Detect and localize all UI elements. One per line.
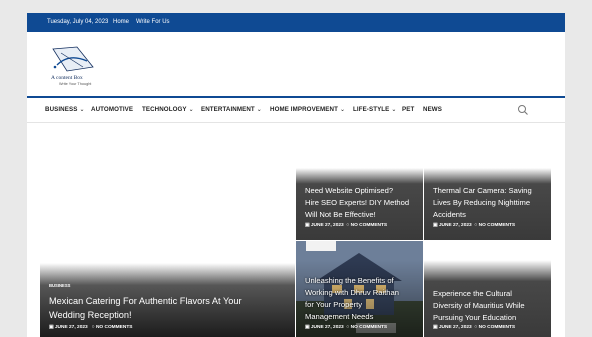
chevron-down-icon: ⌄ — [256, 106, 263, 113]
nav-item-home-improvement[interactable]: HOME IMPROVEMENT ⌄ — [270, 106, 345, 113]
post-meta: ▣ JUNE 27, 2023 ○ NO COMMENTS — [433, 223, 516, 228]
comment-icon: ○ — [474, 223, 478, 228]
post-meta: ▣ JUNE 27, 2023 ○ NO COMMENTS — [433, 325, 516, 330]
post-card[interactable]: Unleashing the Benefits of Working with … — [296, 241, 423, 337]
post-title[interactable]: Thermal Car Camera: Saving Lives By Redu… — [433, 185, 532, 221]
search-icon[interactable] — [517, 104, 529, 116]
calendar-icon: ▣ — [305, 325, 310, 330]
post-card[interactable]: Thermal Car Camera: Saving Lives By Redu… — [424, 168, 551, 240]
top-link-home[interactable]: Home — [113, 19, 129, 25]
calendar-icon: ▣ — [49, 325, 54, 330]
post-title[interactable]: Unleashing the Benefits of Working with … — [305, 275, 399, 323]
top-bar: Tuesday, July 04, 2023 Home Write For Us — [27, 13, 565, 32]
comment-icon: ○ — [474, 325, 478, 330]
page: Tuesday, July 04, 2023 Home Write For Us… — [27, 13, 565, 337]
comment-icon: ○ — [91, 325, 95, 330]
chevron-down-icon: ⌄ — [339, 106, 346, 113]
category-badge[interactable]: BUSINESS — [49, 283, 70, 288]
post-meta: ▣ JUNE 27, 2023 ○ NO COMMENTS — [49, 325, 133, 330]
calendar-icon: ▣ — [305, 223, 310, 228]
calendar-icon: ▣ — [433, 223, 438, 228]
post-meta: ▣ JUNE 27, 2023 ○ NO COMMENTS — [305, 223, 388, 228]
comment-icon: ○ — [346, 325, 350, 330]
post-card[interactable]: Need Website Optimised? Hire SEO Experts… — [296, 168, 423, 240]
nav-item-business[interactable]: BUSINESS ⌄ — [45, 106, 85, 113]
nav-item-technology[interactable]: TECHNOLOGY ⌄ — [142, 106, 194, 113]
site-logo[interactable]: A content Box Write Your Thought — [47, 45, 107, 86]
logo-title: A content Box — [51, 75, 83, 81]
logo-mark-icon — [52, 46, 94, 72]
top-link-write-for-us[interactable]: Write For Us — [136, 19, 170, 25]
nav-item-news[interactable]: NEWS — [423, 106, 442, 113]
nav-item-automotive[interactable]: AUTOMOTIVE — [91, 106, 133, 113]
post-card[interactable]: Experience the Cultural Diversity of Mau… — [424, 241, 551, 337]
comment-icon: ○ — [346, 223, 350, 228]
main-nav: BUSINESS ⌄ AUTOMOTIVE TECHNOLOGY ⌄ ENTERTA… — [27, 96, 565, 123]
post-title[interactable]: Experience the Cultural Diversity of Mau… — [433, 288, 525, 324]
chevron-down-icon: ⌄ — [188, 106, 194, 113]
logo-subtitle: Write Your Thought — [59, 82, 92, 86]
chevron-down-icon: ⌄ — [79, 106, 85, 113]
chevron-down-icon: ⌄ — [391, 106, 397, 113]
featured-title[interactable]: Mexican Catering For Authentic Flavors A… — [49, 294, 242, 322]
nav-item-pet[interactable]: PET — [402, 106, 414, 113]
current-date: Tuesday, July 04, 2023 — [47, 19, 109, 25]
nav-item-entertainment[interactable]: ENTERTAINMENT ⌄ — [201, 106, 262, 113]
calendar-icon: ▣ — [433, 325, 438, 330]
nav-item-life-style[interactable]: LIFE-STYLE ⌄ — [353, 106, 397, 113]
post-meta: ▣ JUNE 27, 2023 ○ NO COMMENTS — [305, 325, 388, 330]
post-title[interactable]: Need Website Optimised? Hire SEO Experts… — [305, 185, 409, 221]
featured-post[interactable]: BUSINESS Mexican Catering For Authentic … — [40, 263, 295, 337]
